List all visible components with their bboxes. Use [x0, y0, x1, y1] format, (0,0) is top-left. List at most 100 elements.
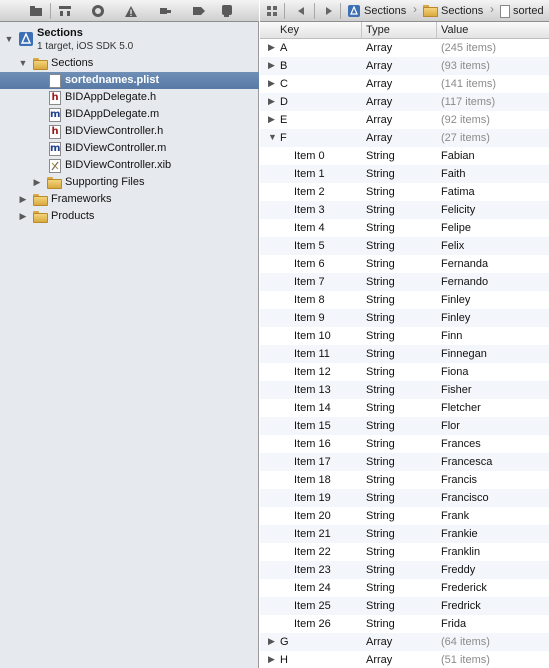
row-value[interactable]: Frankie [441, 528, 478, 540]
row-type[interactable]: String [366, 564, 395, 576]
table-row[interactable]: ▶ C Array (141 items) [260, 75, 549, 93]
row-key[interactable]: A [280, 42, 287, 54]
disclosure-collapsed-icon[interactable]: ▶ [268, 60, 278, 71]
row-key[interactable]: B [280, 60, 287, 72]
row-type[interactable]: String [366, 366, 395, 378]
row-type[interactable]: String [366, 330, 395, 342]
column-key[interactable]: Key [280, 24, 299, 36]
disclosure-collapsed-icon[interactable]: ▶ [18, 211, 28, 221]
row-type[interactable]: Array [366, 42, 392, 54]
table-row[interactable]: Item 18 String Francis [260, 471, 549, 489]
row-key[interactable]: Item 22 [294, 546, 331, 558]
row-key[interactable]: H [280, 654, 288, 666]
row-key[interactable]: Item 0 [294, 150, 325, 162]
row-value[interactable]: Felicity [441, 204, 475, 216]
row-value[interactable]: (93 items) [441, 60, 490, 72]
row-type[interactable]: String [366, 186, 395, 198]
row-key[interactable]: Item 26 [294, 618, 331, 630]
row-key[interactable]: Item 18 [294, 474, 331, 486]
table-row[interactable]: Item 14 String Fletcher [260, 399, 549, 417]
row-type[interactable]: Array [366, 654, 392, 666]
table-row[interactable]: Item 7 String Fernando [260, 273, 549, 291]
disclosure-collapsed-icon[interactable]: ▶ [268, 96, 278, 107]
table-row[interactable]: Item 23 String Freddy [260, 561, 549, 579]
row-type[interactable]: String [366, 546, 395, 558]
row-value[interactable]: Finley [441, 312, 470, 324]
disclosure-collapsed-icon[interactable]: ▶ [268, 654, 278, 665]
table-row[interactable]: Item 17 String Francesca [260, 453, 549, 471]
row-value[interactable]: Frances [441, 438, 481, 450]
row-value[interactable]: Fisher [441, 384, 472, 396]
folder-icon[interactable] [27, 3, 45, 19]
row-value[interactable]: Fiona [441, 366, 469, 378]
table-row[interactable]: ▼ F Array (27 items) [260, 129, 549, 147]
row-value[interactable]: Francisco [441, 492, 489, 504]
file-bidappdelegate-h[interactable]: h BIDAppDelegate.h [0, 89, 259, 106]
row-type[interactable]: String [366, 402, 395, 414]
row-value[interactable]: Francesca [441, 456, 492, 468]
disclosure-expanded-icon[interactable]: ▼ [268, 132, 278, 142]
row-type[interactable]: String [366, 168, 395, 180]
row-key[interactable]: Item 14 [294, 402, 331, 414]
disclosure-collapsed-icon[interactable]: ▶ [268, 78, 278, 89]
row-type[interactable]: Array [366, 114, 392, 126]
row-value[interactable]: Felipe [441, 222, 471, 234]
row-key[interactable]: Item 11 [294, 348, 330, 360]
row-key[interactable]: C [280, 78, 288, 90]
row-value[interactable]: Flor [441, 420, 460, 432]
back-arrow-icon[interactable] [296, 3, 306, 19]
table-row[interactable]: Item 13 String Fisher [260, 381, 549, 399]
table-row[interactable]: Item 2 String Fatima [260, 183, 549, 201]
group-supporting-files[interactable]: ▶ Supporting Files [0, 174, 259, 191]
row-key[interactable]: F [280, 132, 287, 144]
row-type[interactable]: String [366, 510, 395, 522]
row-value[interactable]: Fletcher [441, 402, 481, 414]
row-value[interactable]: Frida [441, 618, 466, 630]
table-row[interactable]: Item 22 String Franklin [260, 543, 549, 561]
row-key[interactable]: Item 25 [294, 600, 331, 612]
row-value[interactable]: (51 items) [441, 654, 490, 666]
hierarchy-icon[interactable] [56, 3, 74, 19]
table-row[interactable]: Item 10 String Finn [260, 327, 549, 345]
row-type[interactable]: String [366, 384, 395, 396]
row-value[interactable]: Fabian [441, 150, 475, 162]
table-row[interactable]: Item 1 String Faith [260, 165, 549, 183]
row-value[interactable]: Finn [441, 330, 462, 342]
row-type[interactable]: String [366, 204, 395, 216]
row-key[interactable]: Item 15 [294, 420, 331, 432]
group-sections[interactable]: ▼ Sections [0, 55, 259, 72]
symbol-search-icon[interactable] [89, 3, 107, 19]
row-type[interactable]: String [366, 348, 395, 360]
row-key[interactable]: Item 4 [294, 222, 325, 234]
table-row[interactable]: Item 15 String Flor [260, 417, 549, 435]
disclosure-expanded-icon[interactable]: ▼ [4, 34, 14, 44]
row-value[interactable]: Fatima [441, 186, 475, 198]
table-row[interactable]: Item 19 String Francisco [260, 489, 549, 507]
row-value[interactable]: Faith [441, 168, 465, 180]
row-key[interactable]: Item 17 [294, 456, 331, 468]
row-key[interactable]: Item 3 [294, 204, 325, 216]
file-bidviewcontroller-xib[interactable]: BIDViewController.xib [0, 157, 259, 174]
tag-icon[interactable] [190, 3, 208, 19]
row-key[interactable]: G [280, 636, 289, 648]
row-type[interactable]: String [366, 294, 395, 306]
row-key[interactable]: Item 24 [294, 582, 331, 594]
row-key[interactable]: Item 9 [294, 312, 325, 324]
row-type[interactable]: Array [366, 636, 392, 648]
row-value[interactable]: (245 items) [441, 42, 496, 54]
disclosure-collapsed-icon[interactable]: ▶ [18, 194, 28, 204]
warning-icon[interactable] [122, 3, 140, 19]
row-type[interactable]: Array [366, 96, 392, 108]
table-row[interactable]: ▶ E Array (92 items) [260, 111, 549, 129]
breadcrumb-file[interactable]: sorted [500, 3, 544, 19]
column-value[interactable]: Value [441, 24, 468, 36]
table-row[interactable]: Item 24 String Frederick [260, 579, 549, 597]
row-type[interactable]: String [366, 618, 395, 630]
row-key[interactable]: Item 12 [294, 366, 331, 378]
row-value[interactable]: Fernanda [441, 258, 488, 270]
row-value[interactable]: Frank [441, 510, 469, 522]
row-type[interactable]: String [366, 420, 395, 432]
row-type[interactable]: Array [366, 132, 392, 144]
row-key[interactable]: Item 7 [294, 276, 325, 288]
row-key[interactable]: Item 8 [294, 294, 325, 306]
